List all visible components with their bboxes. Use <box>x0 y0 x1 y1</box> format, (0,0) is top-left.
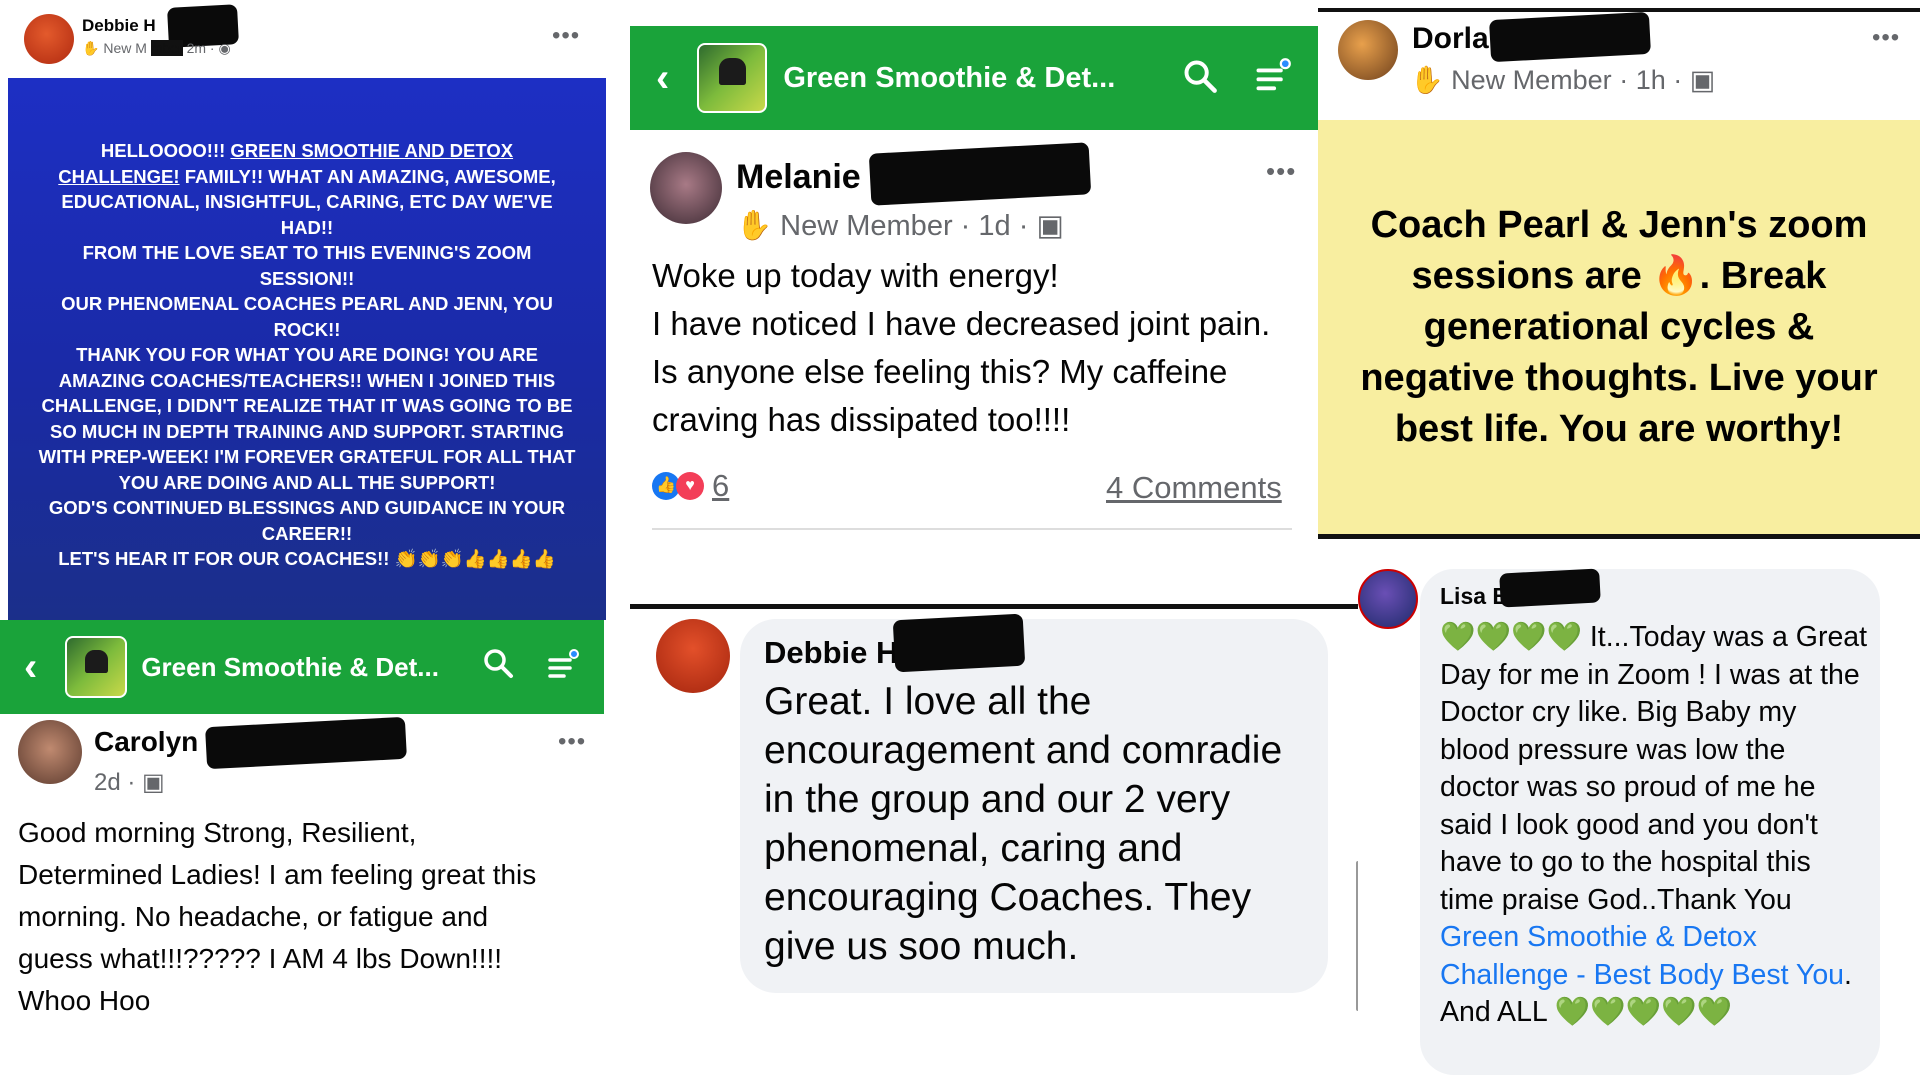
post-meta: ✋ New Member · 1d · ▣ <box>736 210 1064 242</box>
post-text: Good morning Strong, Resilient, Determin… <box>18 817 537 1016</box>
group-title[interactable]: Green Smoothie & Det... <box>141 652 439 683</box>
author-name[interactable]: Carolyn <box>94 726 198 758</box>
post-image: HELLOOOO!!! Green Smoothie and Detox Cha… <box>8 78 606 620</box>
comment-text-start: It...Today was a Great Day for me in Zoo… <box>1440 621 1868 916</box>
post-text: Woke up today with energy! I have notice… <box>652 257 1271 438</box>
group-thumbnail[interactable] <box>65 636 128 698</box>
wave-icon: ✋ <box>1410 65 1444 95</box>
post-text: Coach Pearl & Jenn's zoom sessions are 🔥… <box>1360 203 1878 450</box>
post-text-start: HELLOOOO!!! <box>100 140 231 161</box>
author-name[interactable]: Debbie H <box>82 16 156 36</box>
search-icon[interactable] <box>1182 58 1218 99</box>
globe-icon: ◉ <box>218 40 231 56</box>
panel-dorla-post: Dorla ✋ New Member · 1h · ▣ ••• <box>1318 11 1920 120</box>
avatar[interactable] <box>18 720 82 784</box>
group-icon: ▣ <box>1036 210 1064 242</box>
group-title[interactable]: Green Smoothie & Det... <box>783 62 1115 95</box>
redaction <box>892 613 1026 673</box>
post-text: FAMILY!! WHAT AN AMAZING, AWESOME, EDUCA… <box>38 165 576 570</box>
group-icon: ▣ <box>142 769 165 796</box>
group-icon: ▣ <box>1689 65 1716 95</box>
back-icon[interactable]: ‹ <box>24 645 37 690</box>
search-icon[interactable] <box>482 647 514 687</box>
redaction <box>205 716 407 770</box>
green-heart-emojis: 💚💚💚💚💚 <box>1554 996 1733 1028</box>
group-thumbnail[interactable] <box>697 43 768 113</box>
group-header-bar: ‹ Green Smoothie & Det... <box>630 26 1318 130</box>
panel-melanie-post: Melanie K ✋ New Member · 1d · ▣ ••• Woke… <box>630 130 1318 540</box>
author-name[interactable]: Lisa B <box>1440 583 1509 610</box>
redaction <box>868 142 1092 206</box>
wave-icon: ✋ <box>82 40 100 56</box>
avatar[interactable] <box>650 152 722 224</box>
post-background: Coach Pearl & Jenn's zoom sessions are 🔥… <box>1318 120 1920 534</box>
back-icon[interactable]: ‹ <box>656 56 669 101</box>
panel-carolyn-post: Carolyn 2d · ▣ ••• Good morning Strong, … <box>0 714 604 1080</box>
member-badge[interactable]: New Member <box>780 210 952 242</box>
post-meta: ✋ New Member · 1h · ▣ <box>1410 65 1716 95</box>
post-time[interactable]: 2m <box>187 40 206 56</box>
group-header-bar: ‹ Green Smoothie & Det... <box>0 620 604 714</box>
redaction <box>1499 568 1601 608</box>
panel-lisa-comment: Lisa B 💚💚💚💚 It...Today was a Great Day f… <box>1358 539 1920 1080</box>
more-icon[interactable]: ••• <box>558 730 586 754</box>
avatar[interactable] <box>1358 569 1418 629</box>
avatar[interactable] <box>656 619 730 693</box>
wave-icon: ✋ <box>736 210 773 242</box>
group-link[interactable]: Green Smoothie & Detox Challenge - Best … <box>1440 921 1844 991</box>
love-icon: ♥ <box>676 472 704 500</box>
member-badge[interactable]: New Member <box>1451 65 1612 95</box>
more-icon[interactable]: ••• <box>1872 26 1900 50</box>
post-time[interactable]: 1d <box>978 210 1010 242</box>
reaction-count[interactable]: 6 <box>712 468 729 504</box>
menu-icon[interactable] <box>1254 57 1292 100</box>
more-icon[interactable]: ••• <box>552 24 580 48</box>
comments-link[interactable]: 4 Comments <box>1106 470 1282 506</box>
member-badge: New M <box>103 40 147 56</box>
author-name[interactable]: Dorla <box>1412 22 1489 56</box>
reactions[interactable]: 👍 ♥ 6 <box>652 468 729 504</box>
post-time[interactable]: 2d <box>94 769 121 796</box>
panel-debbie-post: Debbie H ✋ New M mber 2m · ◉ ••• HELLOOO… <box>0 0 606 620</box>
redaction <box>1489 11 1651 63</box>
more-icon[interactable]: ••• <box>1266 158 1296 184</box>
post-meta: ✋ New M mber 2m · ◉ <box>82 40 231 56</box>
author-name[interactable]: Debbie H <box>764 635 898 671</box>
clap-emojis: 👏👏👏👍👍👍👍 <box>394 548 556 569</box>
panel-debbie-comment: Debbie H Great. I love all the encourage… <box>630 609 1368 1080</box>
avatar[interactable] <box>24 14 74 64</box>
post-meta: 2d · ▣ <box>94 769 165 796</box>
divider <box>652 528 1292 530</box>
comment-text: Great. I love all the encouragement and … <box>764 680 1283 968</box>
green-heart-emojis: 💚💚💚💚 <box>1440 621 1582 653</box>
post-time[interactable]: 1h <box>1636 65 1666 95</box>
menu-icon[interactable] <box>546 648 580 687</box>
avatar[interactable] <box>1338 20 1398 80</box>
comment-text: 💚💚💚💚 It...Today was a Great Day for me i… <box>1440 619 1870 1032</box>
